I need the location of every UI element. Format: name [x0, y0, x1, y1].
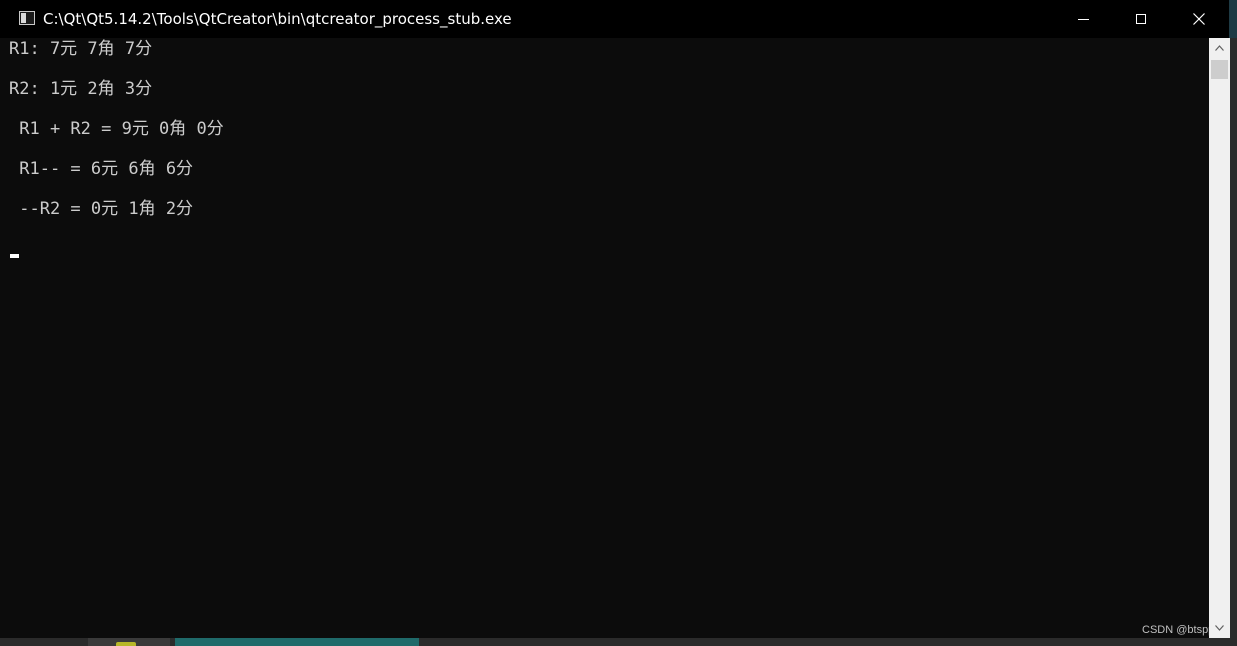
background-window-edge [1230, 38, 1237, 638]
taskbar-item-active[interactable] [175, 638, 419, 646]
minimize-icon [1077, 18, 1089, 20]
console-line: R2: 1元 2角 3分 [9, 79, 153, 99]
taskbar-app-icon [116, 642, 136, 646]
scroll-up-button[interactable] [1209, 38, 1230, 58]
close-icon [1193, 13, 1205, 25]
scroll-down-button[interactable] [1209, 618, 1230, 638]
console-line: R1 + R2 = 9元 0角 0分 [9, 119, 224, 139]
console-output[interactable]: R1: 7元 7角 7分 R2: 1元 2角 3分 R1 + R2 = 9元 0… [0, 38, 1220, 638]
console-line: R1-- = 6元 6角 6分 [9, 159, 194, 179]
background-window-edge [1229, 0, 1237, 38]
minimize-button[interactable] [1054, 0, 1112, 38]
scroll-thumb[interactable] [1211, 60, 1228, 79]
chevron-down-icon [1215, 625, 1224, 631]
chevron-up-icon [1215, 45, 1224, 51]
maximize-button[interactable] [1112, 0, 1170, 38]
console-line: --R2 = 0元 1角 2分 [9, 199, 194, 219]
title-bar[interactable]: C:\Qt\Qt5.14.2\Tools\QtCreator\bin\qtcre… [0, 0, 1237, 38]
window-title: C:\Qt\Qt5.14.2\Tools\QtCreator\bin\qtcre… [43, 10, 512, 28]
text-cursor [10, 254, 19, 258]
maximize-icon [1136, 14, 1146, 24]
console-line: R1: 7元 7角 7分 [9, 39, 153, 59]
console-window-icon[interactable] [19, 11, 35, 25]
close-button[interactable] [1170, 0, 1228, 38]
vertical-scrollbar[interactable] [1209, 38, 1230, 638]
